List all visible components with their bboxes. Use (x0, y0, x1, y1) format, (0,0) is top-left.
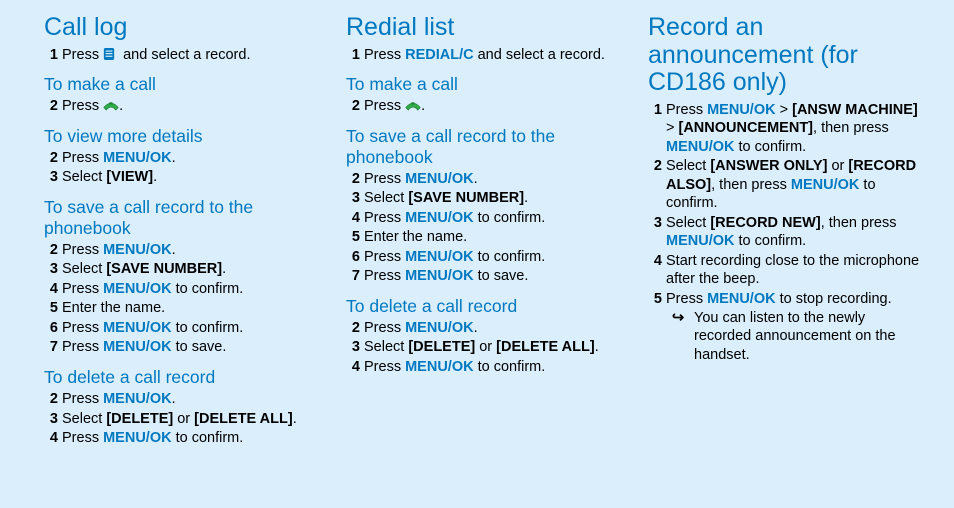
step-text: Press MENU/OK. (364, 171, 478, 187)
subheading: To make a call (346, 74, 618, 95)
step-text: Select [ANSWER ONLY] or [RECORD ALSO], t… (666, 158, 916, 211)
step-text: Press MENU/OK. (62, 242, 176, 258)
steps: 2Press MENU/OK. 3Select [DELETE] or [DEL… (44, 390, 316, 448)
call-icon: R (405, 99, 421, 111)
step-text: Select [DELETE] or [DELETE ALL]. (62, 411, 297, 427)
menu-icon (103, 47, 119, 59)
step-text: Press MENU/OK to confirm. (62, 430, 243, 446)
step-text: Press MENU/OK. (364, 320, 478, 336)
step-text: Press R. (62, 98, 123, 114)
subheading: To delete a call record (44, 367, 316, 388)
column-record-announcement: Record an announcement (for CD186 only) … (648, 14, 920, 508)
subheading: To make a call (44, 74, 316, 95)
step-text: Press MENU/OK to stop recording. (666, 291, 892, 307)
step-text: Select [VIEW]. (62, 169, 157, 185)
step-text: Enter the name. (364, 229, 467, 245)
subheading: To save a call record to the phonebook (346, 126, 618, 168)
step-text: Press MENU/OK. (62, 150, 176, 166)
steps: 1Press MENU/OK > [ANSW MACHINE] > [ANNOU… (648, 101, 920, 365)
step-text: Press MENU/OK to save. (364, 268, 528, 284)
subheading: To save a call record to the phonebook (44, 197, 316, 239)
column-call-log: Call log 1Press and select a record. To … (44, 14, 316, 508)
step-text: Press MENU/OK to confirm. (62, 281, 243, 297)
steps: 2Press MENU/OK. 3Select [SAVE NUMBER]. 4… (44, 241, 316, 357)
step-text: Select [RECORD NEW], then press MENU/OK … (666, 215, 896, 250)
steps-intro: 1Press and select a record. (44, 46, 316, 65)
step-text: Press MENU/OK to confirm. (364, 210, 545, 226)
step-text: Press MENU/OK to confirm. (364, 359, 545, 375)
step-text: Press and select a record. (62, 47, 250, 63)
step-text: Select [SAVE NUMBER]. (364, 190, 528, 206)
step-text: Press MENU/OK > [ANSW MACHINE] > [ANNOUN… (666, 102, 918, 155)
call-icon: R (103, 99, 119, 111)
steps: 2Press R. (346, 97, 618, 116)
step-text: Press MENU/OK to confirm. (364, 249, 545, 265)
heading-record-announcement: Record an announcement (for CD186 only) (648, 14, 920, 97)
tip-text: You can listen to the newly recorded ann… (670, 309, 920, 365)
step-text: Press REDIAL/C and select a record. (364, 47, 605, 63)
column-redial-list: Redial list 1Press REDIAL/C and select a… (346, 14, 618, 508)
step-text: Select [SAVE NUMBER]. (62, 261, 226, 277)
steps: 2Press MENU/OK. 3Select [DELETE] or [DEL… (346, 319, 618, 377)
steps: 2Press MENU/OK. 3Select [SAVE NUMBER]. 4… (346, 170, 618, 286)
heading-redial-list: Redial list (346, 14, 618, 42)
step-text: Press MENU/OK to save. (62, 339, 226, 355)
steps: 2Press MENU/OK. 3Select [VIEW]. (44, 149, 316, 187)
steps: 2Press R. (44, 97, 316, 116)
step-text: Enter the name. (62, 300, 165, 316)
step-text: Press MENU/OK to confirm. (62, 320, 243, 336)
step-text: Press R. (364, 98, 425, 114)
steps-intro: 1Press REDIAL/C and select a record. (346, 46, 618, 65)
subheading: To view more details (44, 126, 316, 147)
step-text: Press MENU/OK. (62, 391, 176, 407)
svg-text:R: R (109, 101, 113, 107)
heading-call-log: Call log (44, 14, 316, 42)
subheading: To delete a call record (346, 296, 618, 317)
svg-text:R: R (411, 101, 415, 107)
step-text: Select [DELETE] or [DELETE ALL]. (364, 339, 599, 355)
step-text: Start recording close to the microphone … (666, 253, 919, 288)
